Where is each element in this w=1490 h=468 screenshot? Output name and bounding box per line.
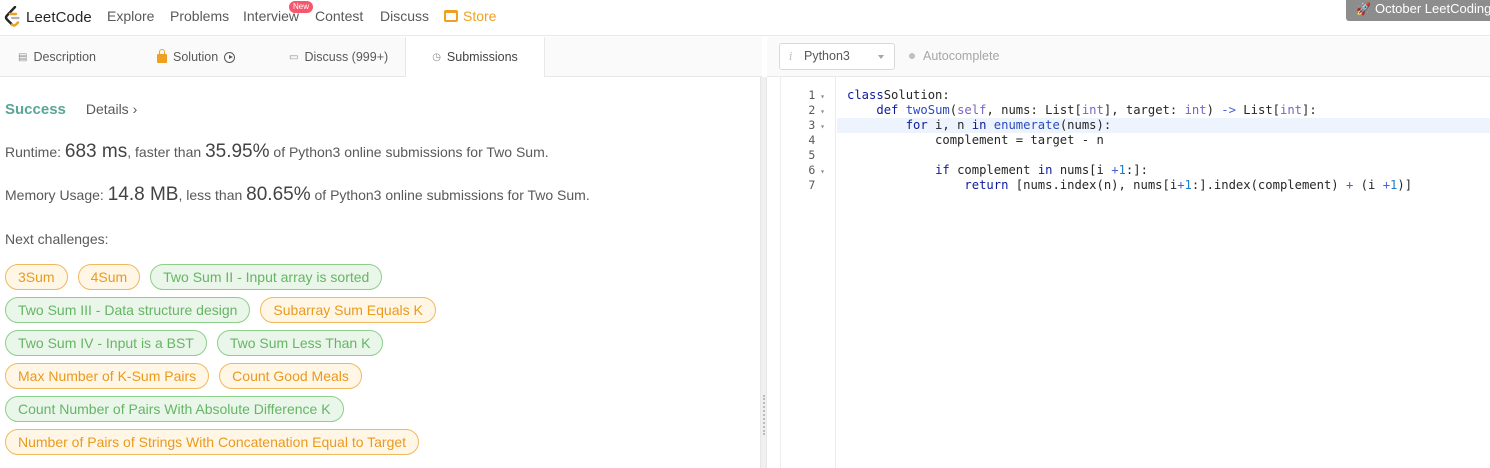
challenge-row: Two Sum IV - Input is a BST Two Sum Less … (5, 330, 745, 356)
leetcode-logo-icon (4, 6, 20, 27)
line-number-gutter: 1 ▾ 2 ▾ 3 ▾ 4 5 6 ▾ 7 (781, 77, 836, 468)
nav-discuss[interactable]: Discuss (380, 8, 429, 24)
status-success: Success (5, 101, 66, 118)
description-icon: ▤ (18, 51, 28, 63)
nav-problems[interactable]: Problems (170, 8, 229, 24)
tab-discuss[interactable]: ▭ Discuss (999+) (289, 37, 388, 77)
code-line[interactable]: def twoSum(self, nums: List[int], target… (837, 103, 1490, 118)
memory-percent: 80.65% (246, 184, 311, 205)
line-number: 6 ▾ (808, 163, 825, 177)
tab-solution-label: Solution (173, 50, 219, 64)
memory-label: Memory Usage: (5, 187, 108, 203)
next-challenges-label: Next challenges: (5, 231, 109, 247)
memory-middle: , less than (178, 187, 247, 203)
memory-suffix: of Python3 online submissions for Two Su… (310, 187, 590, 203)
rocket-icon: 🚀 (1356, 2, 1371, 16)
line-number: 2 ▾ (808, 103, 825, 117)
line-number: 3 ▾ (808, 118, 825, 132)
memory-value: 14.8 MB (107, 184, 179, 205)
challenge-chip[interactable]: 3Sum (5, 264, 68, 290)
runtime-percent: 35.95% (205, 141, 270, 162)
challenge-chip[interactable]: Number of Pairs of Strings With Concaten… (5, 429, 420, 455)
clock-icon: ◷ (432, 51, 441, 63)
line-number: 1 ▾ (808, 88, 825, 102)
lock-icon (157, 49, 167, 63)
panel-resize-handle[interactable] (760, 77, 767, 468)
challenge-row: Count Number of Pairs With Absolute Diff… (5, 396, 745, 422)
memory-stat: Memory Usage: 14.8 MB, less than 80.65% … (5, 184, 590, 206)
line-number: 5 (808, 148, 825, 164)
code-editor[interactable]: 1 ▾ 2 ▾ 3 ▾ 4 5 6 ▾ 7 classSolution: def two… (780, 77, 1490, 468)
comment-icon: ▭ (289, 51, 299, 63)
challenge-row: Number of Pairs of Strings With Concaten… (5, 429, 745, 455)
challenge-row: Max Number of K-Sum Pairs Count Good Meal… (5, 363, 745, 389)
runtime-stat: Runtime: 683 ms, faster than 35.95% of P… (5, 141, 549, 163)
tab-description[interactable]: ▤ Description (18, 37, 96, 77)
challenge-chip[interactable]: Two Sum IV - Input is a BST (5, 330, 207, 356)
fold-arrow-icon[interactable]: ▾ (815, 92, 825, 101)
editor-toolbar: i Python3 Autocomplete (767, 37, 1490, 77)
runtime-suffix: of Python3 online submissions for Two Su… (269, 144, 549, 160)
code-line[interactable] (837, 148, 1490, 163)
runtime-label: Runtime: (5, 144, 65, 160)
runtime-value: 683 ms (64, 141, 128, 162)
nav-store-label: Store (463, 8, 497, 24)
challenge-chip[interactable]: 4Sum (77, 264, 141, 290)
info-icon: i (789, 50, 793, 63)
tab-submissions-label: Submissions (446, 50, 518, 64)
tab-submissions[interactable]: ◷ Submissions (405, 37, 545, 77)
logo[interactable]: LeetCode (4, 6, 92, 28)
details-link[interactable]: Details › (86, 101, 137, 117)
challenge-chip[interactable]: Two Sum III - Data structure design (5, 297, 251, 323)
language-value: Python3 (804, 49, 850, 63)
challenge-chip[interactable]: Count Good Meals (219, 363, 362, 389)
challenge-chip[interactable]: Max Number of K-Sum Pairs (5, 363, 210, 389)
nav-contest[interactable]: Contest (315, 8, 363, 24)
problem-tabs: ▤ Description Solution ▭ Discuss (999+) … (0, 37, 762, 77)
challenge-chip[interactable]: Two Sum Less Than K (216, 330, 384, 356)
fold-arrow-icon[interactable]: ▾ (815, 122, 825, 131)
grip-dots-icon (763, 395, 765, 435)
next-challenges-list: 3Sum 4Sum Two Sum II - Input array is sort… (5, 264, 745, 462)
top-navigation: LeetCode Explore Problems Interview New … (0, 0, 1490, 36)
submission-result-panel: Success Details › Runtime: 683 ms, faste… (0, 77, 760, 468)
logo-text: LeetCode (26, 8, 92, 26)
language-select[interactable]: i Python3 (779, 43, 895, 70)
chevron-down-icon (878, 55, 884, 59)
code-line[interactable]: classSolution: (837, 88, 1490, 103)
tab-solution[interactable]: Solution (157, 37, 236, 77)
fold-arrow-icon[interactable]: ▾ (815, 107, 825, 116)
video-play-icon (224, 51, 236, 63)
autocomplete-toggle[interactable]: Autocomplete (909, 49, 999, 63)
result-header: Success Details › (5, 101, 137, 118)
code-line[interactable]: return [nums.index(n), nums[i+1:].index(… (837, 178, 1490, 193)
code-line[interactable]: for i, n in enumerate(nums): (837, 118, 1490, 133)
challenge-row: 3Sum 4Sum Two Sum II - Input array is sort… (5, 264, 745, 290)
runtime-middle: , faster than (127, 144, 206, 160)
line-number: 7 (808, 178, 825, 194)
new-badge: New (289, 1, 314, 13)
tab-discuss-label: Discuss (999+) (304, 50, 389, 64)
challenge-chip[interactable]: Subarray Sum Equals K (260, 297, 436, 323)
code-line[interactable]: complement = target - n (837, 133, 1490, 148)
nav-store[interactable]: Store (444, 8, 496, 24)
promo-banner[interactable]: 🚀 October LeetCoding (1346, 0, 1490, 21)
tab-description-label: Description (33, 50, 96, 64)
promo-label: October LeetCoding (1374, 1, 1490, 16)
challenge-row: Two Sum III - Data structure design Subar… (5, 297, 745, 323)
line-number: 4 (808, 133, 825, 149)
nav-explore[interactable]: Explore (107, 8, 154, 24)
autocomplete-label: Autocomplete (923, 49, 1000, 63)
code-line[interactable]: if complement in nums[i +1:]: (837, 163, 1490, 178)
autocomplete-dot-icon (909, 53, 915, 59)
fold-arrow-icon[interactable]: ▾ (815, 167, 825, 176)
challenge-chip[interactable]: Two Sum II - Input array is sorted (150, 264, 383, 290)
challenge-chip[interactable]: Count Number of Pairs With Absolute Diff… (5, 396, 344, 422)
nav-interview[interactable]: Interview New (243, 1, 314, 24)
store-icon (444, 10, 458, 22)
